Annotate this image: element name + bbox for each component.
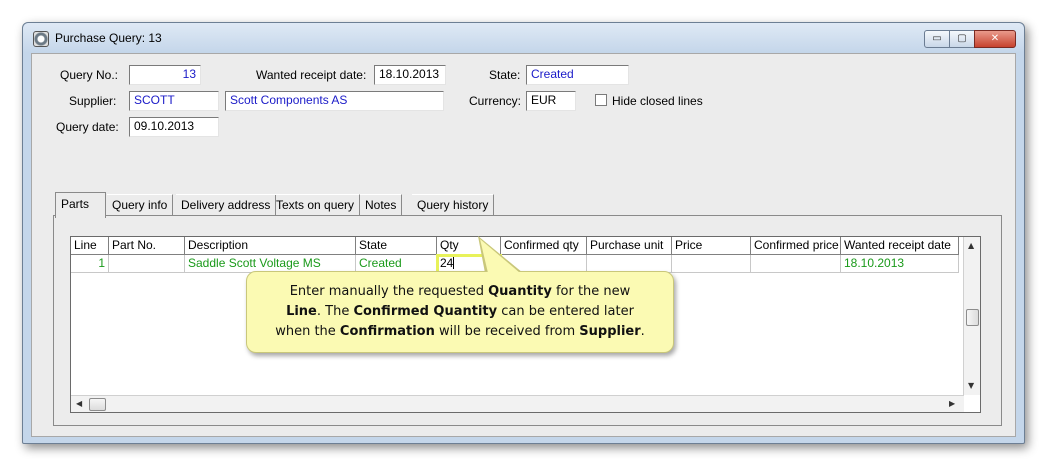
callout-pointer [480, 239, 520, 273]
